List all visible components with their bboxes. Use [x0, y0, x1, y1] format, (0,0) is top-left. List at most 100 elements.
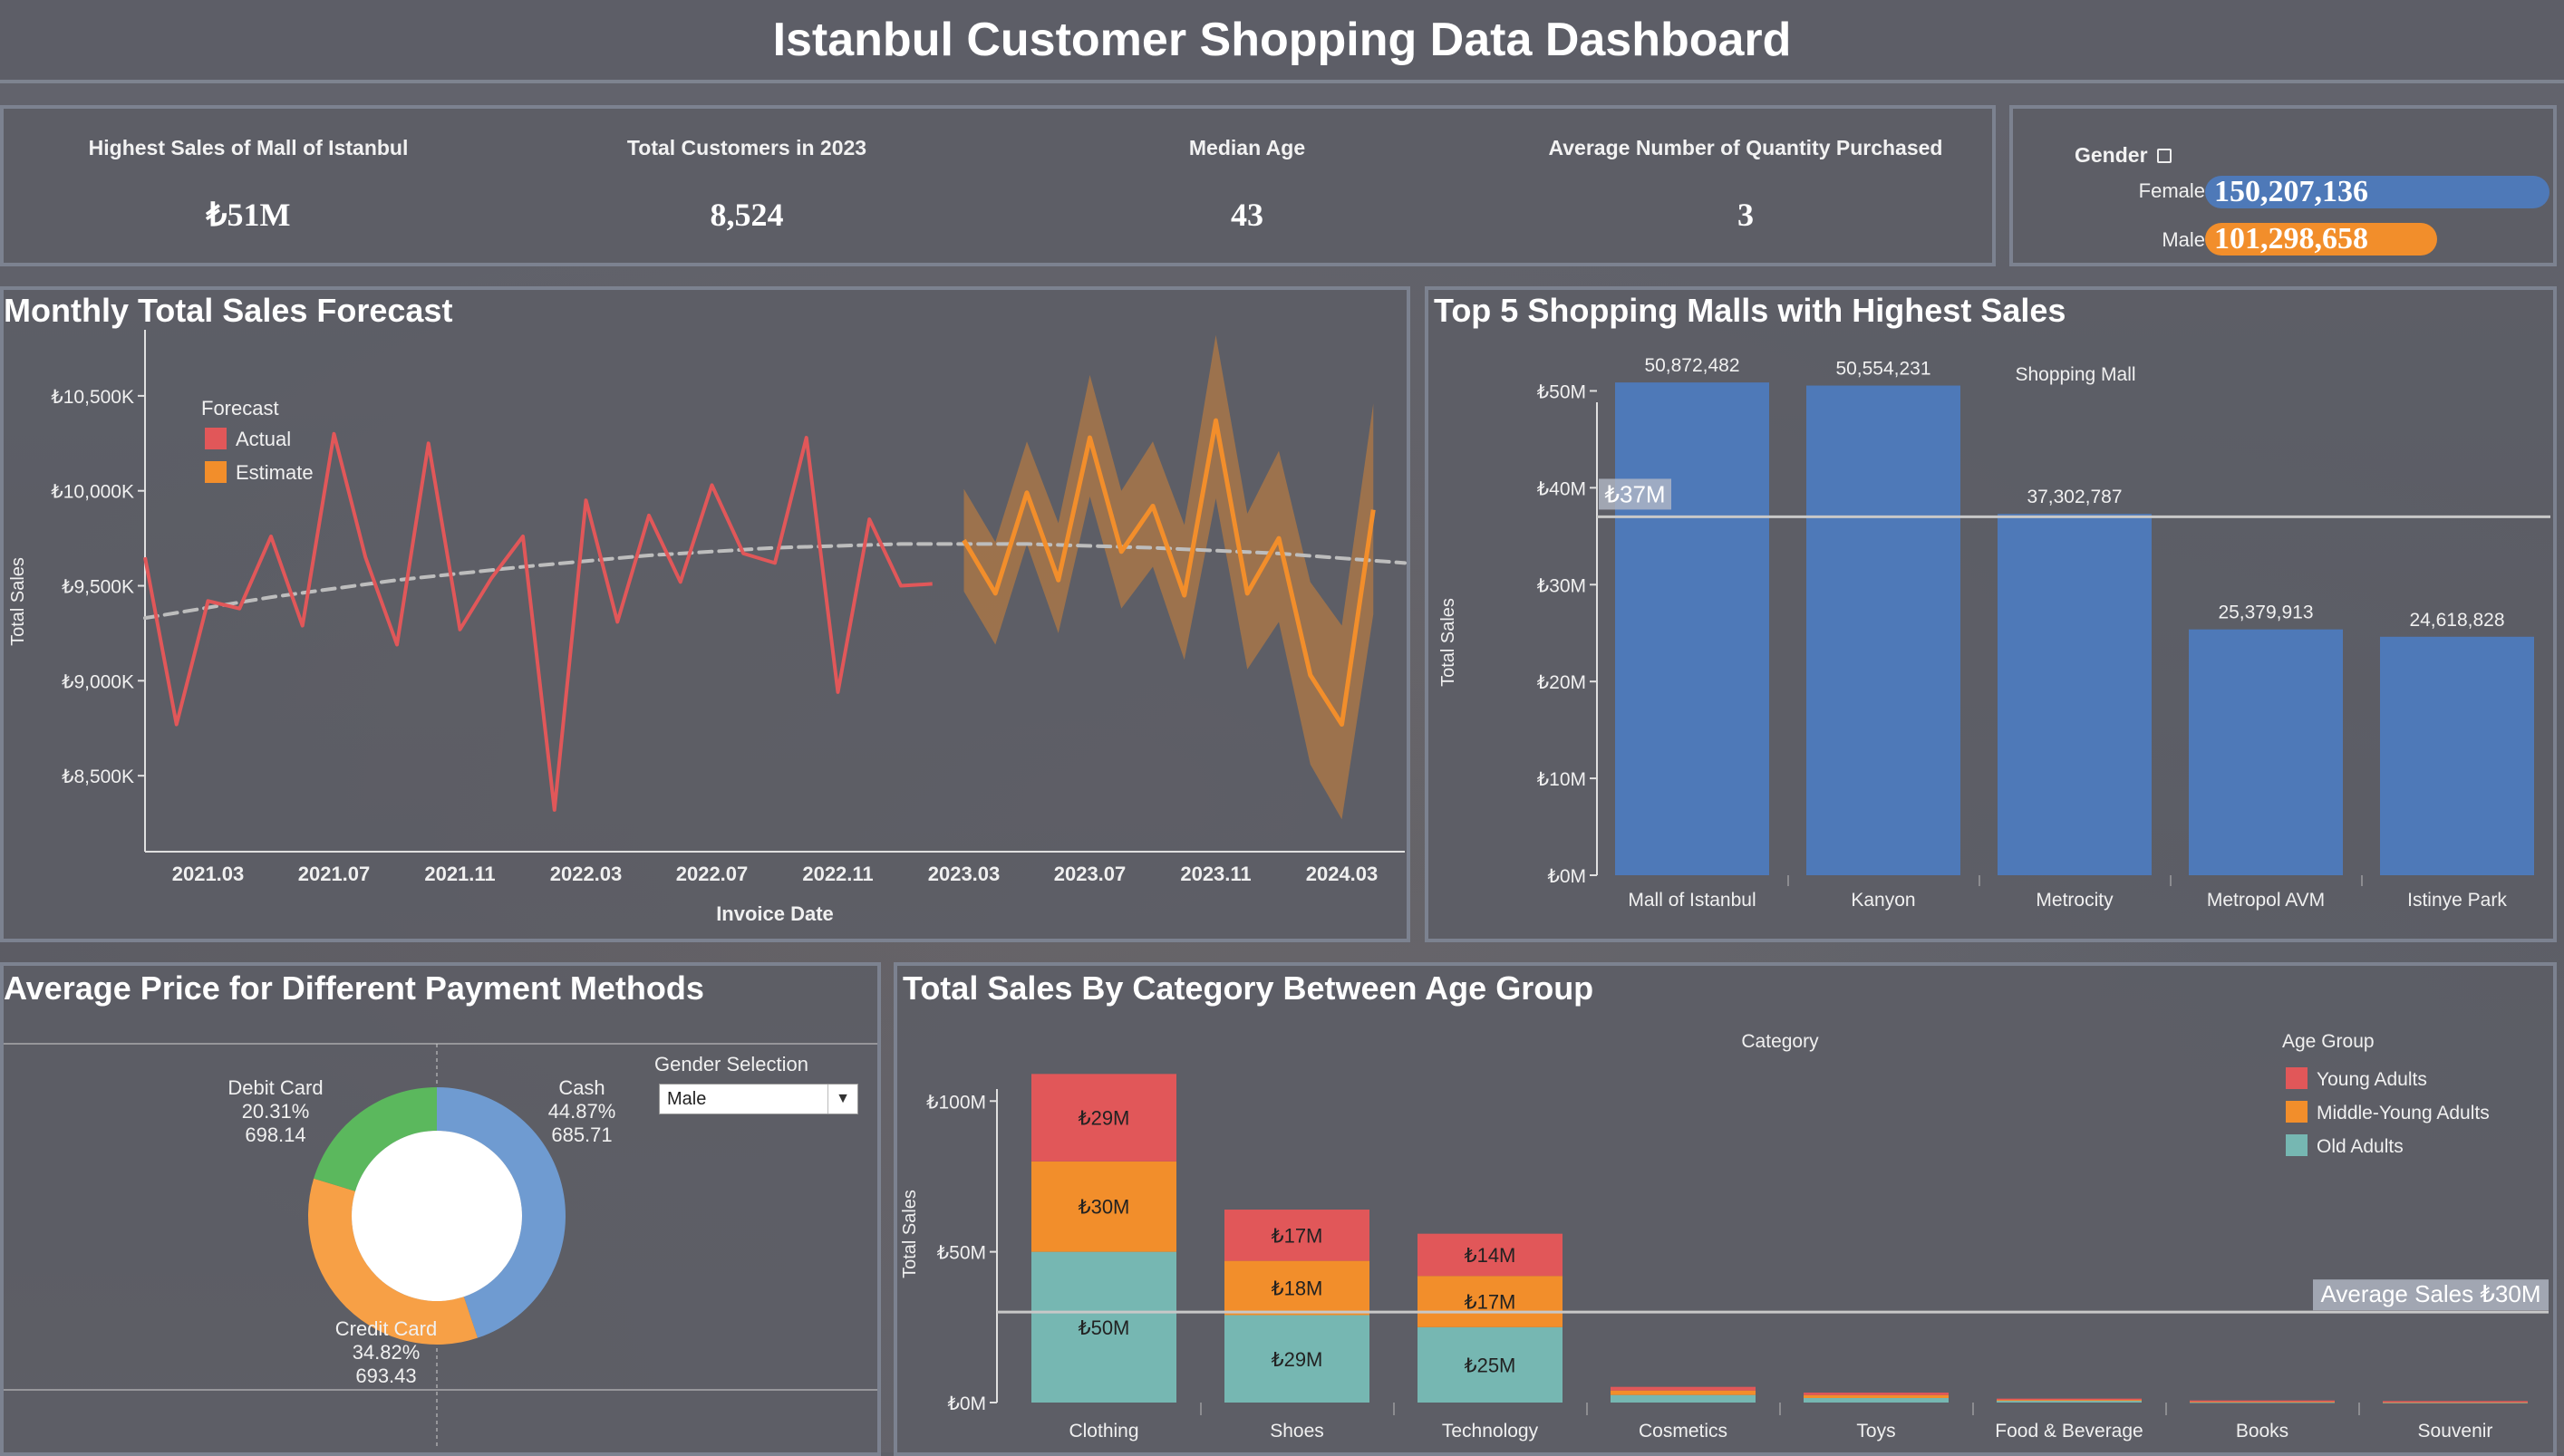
category-legend-label: Middle-Young Adults [2317, 1103, 2490, 1123]
gender-selection-value: Male [667, 1089, 707, 1109]
malls-bar-label: 37,302,787 [2027, 487, 2122, 507]
kpi-value-total-customers: 8,524 [710, 197, 784, 233]
malls-chart[interactable]: Shopping Mall Total Sales ₺0M ₺10M ₺20M ₺30M ₺… [1428, 330, 2553, 939]
gender-panel: Gender Female 150,207,136 Male 101,298,6… [2009, 105, 2557, 266]
forecast-y-tick-label: ₺9,500K [62, 577, 134, 598]
category-reference-label: Average Sales ₺30M [2321, 1280, 2541, 1307]
malls-chart-title: Shopping Mall [2015, 364, 2135, 385]
payment-label-name: Credit Card [335, 1317, 437, 1340]
forecast-x-tick-label: 2023.03 [928, 863, 1001, 885]
gender-title: Gender [2075, 143, 2148, 167]
forecast-legend-label: Actual [236, 428, 291, 450]
forecast-chart[interactable]: ₺8,500K ₺9,000K ₺9,500K ₺10,000K ₺10,500K 202… [4, 330, 1407, 939]
category-bar-segment [1611, 1394, 1756, 1403]
malls-y-tick-label: ₺0M [1547, 866, 1586, 887]
malls-y-tick-label: ₺50M [1537, 381, 1586, 402]
category-x-label: Clothing [1069, 1421, 1138, 1442]
category-bar-segment [2190, 1400, 2335, 1403]
gender-selection-label: Gender Selection [654, 1053, 808, 1075]
category-x-label: Toys [1856, 1421, 1895, 1442]
forecast-x-tick-label: 2022.07 [676, 863, 749, 885]
kpi-value-highest-sales: ₺51M [206, 197, 291, 233]
gender-bar-male[interactable]: 101,298,658 [2205, 222, 2438, 256]
malls-bar-label: 50,872,482 [1644, 355, 1739, 376]
category-segment-label: ₺29M [1079, 1107, 1130, 1130]
category-segment-label: ₺30M [1079, 1196, 1130, 1219]
category-title: Total Sales By Category Between Age Grou… [903, 969, 1594, 1007]
forecast-estimate-band [963, 334, 1374, 820]
forecast-title: Monthly Total Sales Forecast [4, 292, 453, 329]
category-y-axis-label: Total Sales [900, 1190, 920, 1278]
kpi-label-highest-sales: Highest Sales of Mall of Istanbul [88, 136, 409, 159]
forecast-x-tick-label: 2023.11 [1180, 863, 1251, 885]
kpi-value-avg-quantity: 3 [1737, 197, 1754, 233]
payment-donut-hole [352, 1131, 522, 1301]
category-chart-title: Category [1741, 1031, 1819, 1052]
payment-label-pct: 20.31% [242, 1100, 310, 1123]
category-legend-label: Old Adults [2317, 1136, 2404, 1157]
gender-label-male: Male [2162, 228, 2205, 251]
forecast-x-tick-label: 2022.11 [802, 863, 873, 885]
category-bar-segment [1804, 1394, 1949, 1399]
gender-selection-dropdown[interactable]: Male ▼ [659, 1084, 858, 1114]
kpi-label-total-customers: Total Customers in 2023 [626, 136, 867, 159]
payment-label-pct: 44.87% [548, 1100, 616, 1123]
forecast-x-tick-label: 2021.07 [298, 863, 371, 885]
malls-bar-label: 24,618,828 [2409, 610, 2504, 631]
malls-y-tick-label: ₺20M [1537, 672, 1586, 693]
category-segment-label: ₺25M [1465, 1354, 1516, 1376]
payment-label-name: Debit Card [227, 1076, 323, 1099]
gender-value-male: 101,298,658 [2214, 222, 2368, 256]
chevron-down-icon: ▼ [827, 1085, 857, 1114]
forecast-y-tick-label: ₺10,000K [51, 482, 134, 503]
category-y-tick-label: ₺0M [947, 1393, 986, 1414]
payment-label-avg: 698.14 [245, 1123, 305, 1146]
forecast-trend-line [143, 542, 1407, 621]
malls-category-label: Metropol AVM [2207, 890, 2325, 911]
forecast-actual-line [143, 431, 933, 812]
gender-bar-female[interactable]: 150,207,136 [2205, 176, 2549, 208]
category-segment-label: ₺18M [1272, 1278, 1323, 1300]
category-segment-label: ₺17M [1465, 1291, 1516, 1314]
category-segment-label: ₺14M [1465, 1244, 1516, 1267]
category-bar-segment [1997, 1398, 2142, 1401]
forecast-y-tick-label: ₺8,500K [62, 767, 134, 787]
category-segment-label: ₺17M [1272, 1224, 1323, 1247]
category-segment-label: ₺50M [1079, 1316, 1130, 1339]
forecast-y-tick-label: ₺10,500K [51, 387, 134, 408]
forecast-x-tick-label: 2021.03 [172, 863, 245, 885]
category-y-tick-label: ₺100M [926, 1092, 986, 1113]
category-legend-label: Young Adults [2317, 1069, 2427, 1090]
malls-title: Top 5 Shopping Malls with Highest Sales [1434, 292, 2066, 329]
category-bar-segment [1804, 1398, 1949, 1403]
category-bar-segment [1611, 1386, 1756, 1391]
dashboard-title: Istanbul Customer Shopping Data Dashboar… [0, 0, 2564, 83]
malls-bar-label: 50,554,231 [1835, 359, 1930, 380]
category-x-label: Books [2236, 1421, 2288, 1442]
forecast-y-axis-label: Total Sales [8, 557, 28, 646]
malls-y-axis-label: Total Sales [1438, 598, 1458, 687]
category-x-label: Technology [1442, 1421, 1539, 1442]
category-x-label: Food & Beverage [1995, 1421, 2143, 1442]
forecast-legend-swatch [205, 461, 227, 483]
malls-category-label: Kanyon [1851, 890, 1915, 911]
malls-bar [2189, 629, 2343, 875]
category-x-label: Cosmetics [1639, 1421, 1727, 1442]
malls-y-tick-label: ₺10M [1537, 769, 1586, 790]
malls-reference-label: ₺37M [1604, 480, 1665, 507]
forecast-legend-swatch [205, 428, 227, 449]
malls-category-label: Mall of Istanbul [1628, 890, 1756, 911]
category-bar-segment [1611, 1390, 1756, 1395]
forecast-x-tick-label: 2024.03 [1306, 863, 1379, 885]
gender-value-female: 150,207,136 [2214, 175, 2368, 208]
malls-category-label: Istinye Park [2407, 890, 2507, 911]
category-stacked-chart[interactable]: Category Total Sales ₺0M ₺50M ₺100M ₺50M ₺30M ₺… [897, 1008, 2553, 1450]
category-legend-swatch [2286, 1067, 2308, 1089]
forecast-legend-label: Estimate [236, 461, 314, 484]
category-segment-label: ₺29M [1272, 1348, 1323, 1371]
kpi-label-avg-quantity: Average Number of Quantity Purchased [1548, 136, 1943, 159]
malls-y-tick-label: ₺30M [1537, 575, 1586, 596]
payment-label-avg: 693.43 [355, 1364, 416, 1387]
malls-bar [1806, 385, 1960, 875]
category-x-label: Souvenir [2418, 1421, 2493, 1442]
